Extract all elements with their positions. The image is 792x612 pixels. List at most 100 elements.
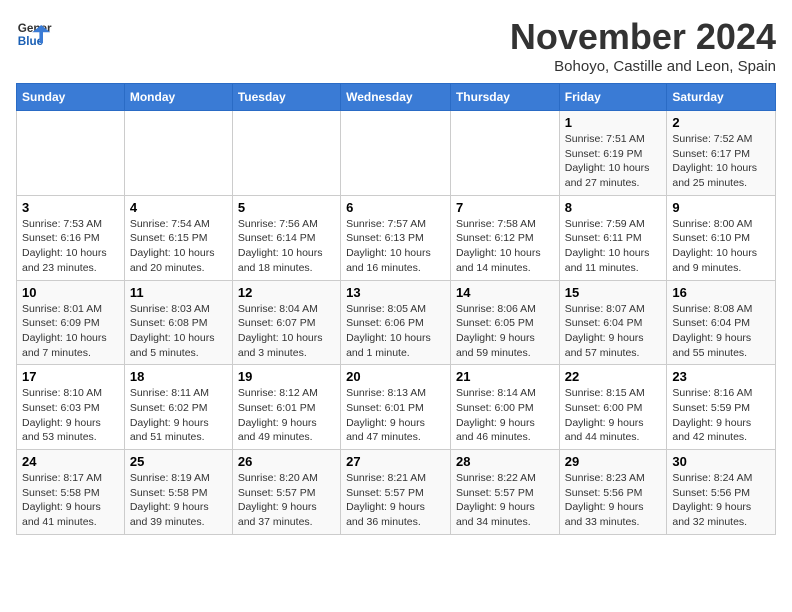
day-number: 10 [22,285,119,300]
day-number: 8 [565,200,662,215]
calendar-cell [124,111,232,196]
day-number: 23 [672,369,770,384]
calendar-cell [450,111,559,196]
calendar-cell: 11 Sunrise: 8:03 AM Sunset: 6:08 PM Dayli… [124,280,232,365]
day-info: Sunrise: 8:06 AM Sunset: 6:05 PM Dayligh… [456,302,554,361]
day-info: Sunrise: 8:21 AM Sunset: 5:57 PM Dayligh… [346,471,445,530]
day-number: 19 [238,369,335,384]
day-info: Sunrise: 8:04 AM Sunset: 6:07 PM Dayligh… [238,302,335,361]
calendar-table: Sunday Monday Tuesday Wednesday Thursday… [16,83,776,535]
header: General Blue November 2024 Bohoyo, Casti… [16,16,776,75]
day-info: Sunrise: 8:07 AM Sunset: 6:04 PM Dayligh… [565,302,662,361]
day-number: 24 [22,454,119,469]
day-number: 11 [130,285,227,300]
header-tuesday: Tuesday [232,84,340,111]
calendar-cell: 5Sunrise: 7:56 AM Sunset: 6:14 PM Daylig… [232,195,340,280]
calendar-cell: 27 Sunrise: 8:21 AM Sunset: 5:57 PM Dayli… [341,450,451,535]
header-wednesday: Wednesday [341,84,451,111]
day-info: Sunrise: 7:58 AM Sunset: 6:12 PM Dayligh… [456,217,554,276]
calendar-cell: 7 Sunrise: 7:58 AM Sunset: 6:12 PM Daylig… [450,195,559,280]
day-info: Sunrise: 7:52 AM Sunset: 6:17 PM Dayligh… [672,132,770,191]
day-info: Sunrise: 8:00 AM Sunset: 6:10 PM Dayligh… [672,217,770,276]
header-sunday: Sunday [17,84,125,111]
calendar-cell [232,111,340,196]
calendar-cell: 8 Sunrise: 7:59 AM Sunset: 6:11 PM Daylig… [559,195,667,280]
day-number: 26 [238,454,335,469]
calendar-cell: 14 Sunrise: 8:06 AM Sunset: 6:05 PM Dayli… [450,280,559,365]
day-info: Sunrise: 7:59 AM Sunset: 6:11 PM Dayligh… [565,217,662,276]
day-number: 4 [130,200,227,215]
calendar-week-4: 17 Sunrise: 8:10 AM Sunset: 6:03 PM Dayli… [17,365,776,450]
calendar-cell: 24Sunrise: 8:17 AM Sunset: 5:58 PM Dayli… [17,450,125,535]
calendar-cell: 4 Sunrise: 7:54 AM Sunset: 6:15 PM Daylig… [124,195,232,280]
calendar-cell: 12 Sunrise: 8:04 AM Sunset: 6:07 PM Dayli… [232,280,340,365]
header-friday: Friday [559,84,667,111]
day-number: 5 [238,200,335,215]
day-number: 17 [22,369,119,384]
calendar-cell: 25Sunrise: 8:19 AM Sunset: 5:58 PM Dayli… [124,450,232,535]
day-info: Sunrise: 7:54 AM Sunset: 6:15 PM Dayligh… [130,217,227,276]
logo: General Blue [16,16,52,52]
calendar-cell: 16Sunrise: 8:08 AM Sunset: 6:04 PM Dayli… [667,280,776,365]
calendar-cell: 17 Sunrise: 8:10 AM Sunset: 6:03 PM Dayli… [17,365,125,450]
calendar-cell: 1Sunrise: 7:51 AM Sunset: 6:19 PM Daylig… [559,111,667,196]
calendar-week-1: 1Sunrise: 7:51 AM Sunset: 6:19 PM Daylig… [17,111,776,196]
calendar-cell: 6Sunrise: 7:57 AM Sunset: 6:13 PM Daylig… [341,195,451,280]
day-number: 2 [672,115,770,130]
day-info: Sunrise: 8:01 AM Sunset: 6:09 PM Dayligh… [22,302,119,361]
day-info: Sunrise: 8:10 AM Sunset: 6:03 PM Dayligh… [22,386,119,445]
calendar-cell: 26 Sunrise: 8:20 AM Sunset: 5:57 PM Dayli… [232,450,340,535]
day-info: Sunrise: 8:11 AM Sunset: 6:02 PM Dayligh… [130,386,227,445]
day-info: Sunrise: 8:20 AM Sunset: 5:57 PM Dayligh… [238,471,335,530]
day-number: 13 [346,285,445,300]
calendar-cell: 9 Sunrise: 8:00 AM Sunset: 6:10 PM Daylig… [667,195,776,280]
calendar-cell: 19 Sunrise: 8:12 AM Sunset: 6:01 PM Dayli… [232,365,340,450]
day-number: 20 [346,369,445,384]
day-info: Sunrise: 8:15 AM Sunset: 6:00 PM Dayligh… [565,386,662,445]
calendar-week-5: 24Sunrise: 8:17 AM Sunset: 5:58 PM Dayli… [17,450,776,535]
day-info: Sunrise: 8:13 AM Sunset: 6:01 PM Dayligh… [346,386,445,445]
day-info: Sunrise: 8:05 AM Sunset: 6:06 PM Dayligh… [346,302,445,361]
day-info: Sunrise: 8:16 AM Sunset: 5:59 PM Dayligh… [672,386,770,445]
day-info: Sunrise: 8:12 AM Sunset: 6:01 PM Dayligh… [238,386,335,445]
calendar-cell: 21 Sunrise: 8:14 AM Sunset: 6:00 PM Dayli… [450,365,559,450]
calendar-cell: 13 Sunrise: 8:05 AM Sunset: 6:06 PM Dayli… [341,280,451,365]
day-info: Sunrise: 8:23 AM Sunset: 5:56 PM Dayligh… [565,471,662,530]
header-monday: Monday [124,84,232,111]
day-number: 30 [672,454,770,469]
day-number: 6 [346,200,445,215]
calendar-cell: 28Sunrise: 8:22 AM Sunset: 5:57 PM Dayli… [450,450,559,535]
calendar-cell: 23 Sunrise: 8:16 AM Sunset: 5:59 PM Dayli… [667,365,776,450]
day-number: 7 [456,200,554,215]
day-number: 3 [22,200,119,215]
calendar-title: November 2024 [510,16,776,58]
calendar-cell: 29 Sunrise: 8:23 AM Sunset: 5:56 PM Dayli… [559,450,667,535]
title-section: November 2024 Bohoyo, Castille and Leon,… [510,16,776,75]
calendar-cell: 10 Sunrise: 8:01 AM Sunset: 6:09 PM Dayli… [17,280,125,365]
day-info: Sunrise: 8:08 AM Sunset: 6:04 PM Dayligh… [672,302,770,361]
day-number: 21 [456,369,554,384]
day-info: Sunrise: 8:14 AM Sunset: 6:00 PM Dayligh… [456,386,554,445]
calendar-cell [17,111,125,196]
day-number: 29 [565,454,662,469]
logo-icon: General Blue [16,16,52,52]
calendar-cell [341,111,451,196]
day-number: 14 [456,285,554,300]
day-number: 12 [238,285,335,300]
day-info: Sunrise: 7:53 AM Sunset: 6:16 PM Dayligh… [22,217,119,276]
day-number: 22 [565,369,662,384]
day-number: 9 [672,200,770,215]
calendar-week-2: 3 Sunrise: 7:53 AM Sunset: 6:16 PM Daylig… [17,195,776,280]
day-number: 1 [565,115,662,130]
calendar-cell: 2 Sunrise: 7:52 AM Sunset: 6:17 PM Daylig… [667,111,776,196]
calendar-week-3: 10 Sunrise: 8:01 AM Sunset: 6:09 PM Dayli… [17,280,776,365]
day-info: Sunrise: 8:03 AM Sunset: 6:08 PM Dayligh… [130,302,227,361]
calendar-cell: 3 Sunrise: 7:53 AM Sunset: 6:16 PM Daylig… [17,195,125,280]
header-thursday: Thursday [450,84,559,111]
day-number: 18 [130,369,227,384]
svg-text:General: General [18,22,52,35]
day-info: Sunrise: 8:22 AM Sunset: 5:57 PM Dayligh… [456,471,554,530]
day-number: 27 [346,454,445,469]
calendar-cell: 22 Sunrise: 8:15 AM Sunset: 6:00 PM Dayli… [559,365,667,450]
day-info: Sunrise: 8:24 AM Sunset: 5:56 PM Dayligh… [672,471,770,530]
